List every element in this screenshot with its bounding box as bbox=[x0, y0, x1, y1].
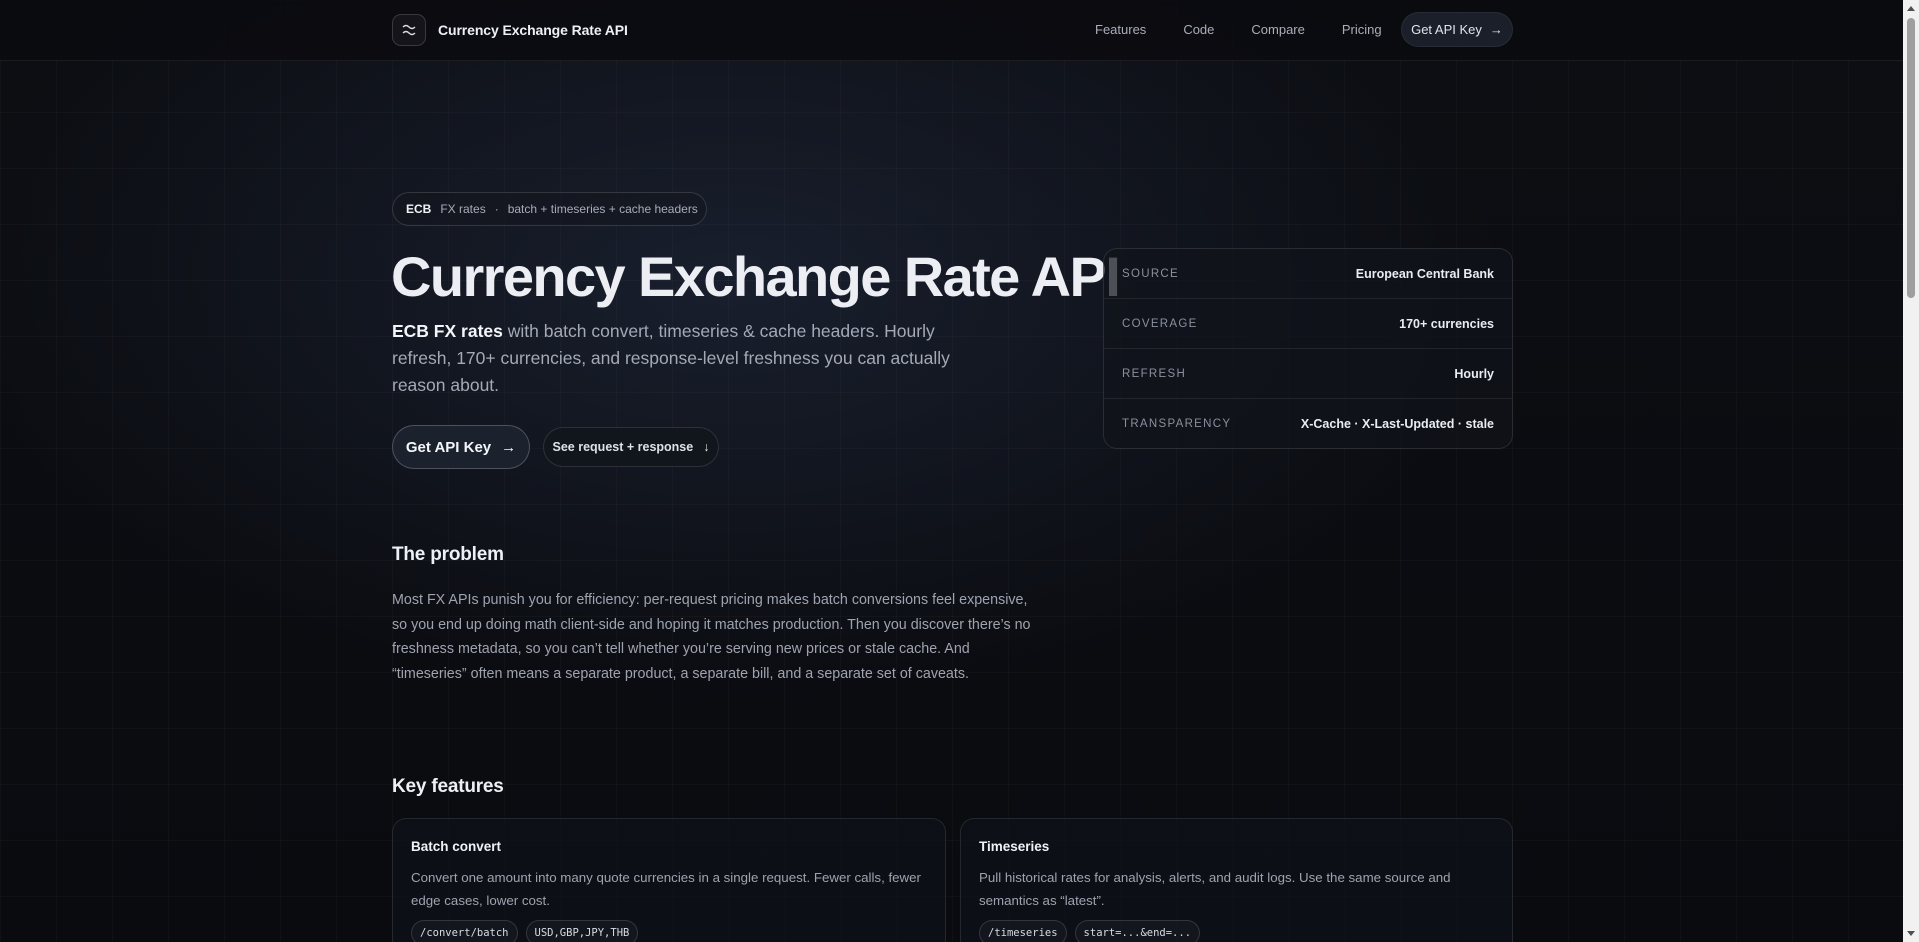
problem-heading: The problem bbox=[392, 544, 504, 565]
nav-link-pricing[interactable]: Pricing bbox=[1342, 12, 1382, 48]
stats-card: SOURCE European Central Bank COVERAGE 17… bbox=[1103, 248, 1513, 449]
brand-title: Currency Exchange Rate API bbox=[438, 22, 628, 38]
pill-separator: · bbox=[494, 202, 499, 216]
pill-badge: ECB bbox=[406, 202, 432, 216]
hero-subtitle-strong: ECB FX rates bbox=[392, 321, 503, 341]
features-heading: Key features bbox=[392, 776, 504, 797]
stat-row-source: SOURCE European Central Bank bbox=[1104, 249, 1512, 299]
scrollbar-thumb[interactable] bbox=[1907, 18, 1915, 298]
pill-detail: batch + timeseries + cache headers bbox=[507, 202, 698, 216]
brand[interactable]: Currency Exchange Rate API bbox=[392, 14, 628, 46]
arrow-right-icon: → bbox=[501, 438, 517, 456]
stat-key: REFRESH bbox=[1122, 367, 1187, 380]
arrow-down-icon: ↓ bbox=[703, 440, 710, 454]
stat-key: TRANSPARENCY bbox=[1122, 418, 1232, 430]
problem-text: Most FX APIs punish you for efficiency: … bbox=[392, 592, 1031, 683]
get-api-key-button[interactable]: Get API Key → bbox=[392, 425, 530, 469]
nav-link-compare[interactable]: Compare bbox=[1251, 12, 1304, 48]
see-request-response-button[interactable]: See request + response ↓ bbox=[543, 427, 719, 467]
code-chip: USD,GBP,JPY,THB bbox=[525, 920, 639, 942]
feature-chips: /timeseries start=...&end=... bbox=[979, 920, 1494, 942]
scroll-down-arrow-icon[interactable] bbox=[1903, 926, 1919, 942]
top-nav: Currency Exchange Rate API Features Code… bbox=[0, 0, 1903, 61]
scroll-up-arrow-icon[interactable] bbox=[1903, 0, 1919, 16]
stat-key: SOURCE bbox=[1122, 267, 1180, 280]
stat-value: 170+ currencies bbox=[1399, 316, 1494, 331]
feature-card-desc: Convert one amount into many quote curre… bbox=[411, 870, 921, 908]
feature-card-title: Timeseries bbox=[979, 839, 1050, 854]
stat-value: European Central Bank bbox=[1355, 266, 1494, 281]
code-chip: start=...&end=... bbox=[1074, 920, 1201, 942]
hero-subtitle: ECB FX rates with batch convert, timeser… bbox=[392, 318, 962, 399]
feature-chips: /convert/batch USD,GBP,JPY,THB bbox=[411, 920, 927, 942]
feature-card-title: Batch convert bbox=[411, 839, 502, 854]
nav-links: Features Code Compare Pricing bbox=[1095, 12, 1382, 48]
stat-row-transparency: TRANSPARENCY X-Cache · X-Last-Updated · … bbox=[1104, 399, 1512, 448]
nav-link-code[interactable]: Code bbox=[1183, 12, 1214, 48]
hero-pill: ECB FX rates · batch + timeseries + cach… bbox=[392, 192, 707, 226]
arrow-right-icon: → bbox=[1489, 22, 1503, 37]
page: Currency Exchange Rate API Features Code… bbox=[0, 0, 1919, 942]
stat-value: Hourly bbox=[1454, 366, 1494, 381]
get-api-key-label: Get API Key bbox=[405, 438, 492, 456]
see-request-label: See request + response bbox=[552, 440, 694, 454]
code-chip: /timeseries bbox=[979, 920, 1067, 942]
nav-link-features[interactable]: Features bbox=[1095, 12, 1146, 48]
get-api-key-nav-button[interactable]: Get API Key → bbox=[1401, 12, 1513, 47]
code-chip: /convert/batch bbox=[411, 920, 518, 942]
feature-card-timeseries: Timeseries Pull historical rates for ana… bbox=[960, 818, 1513, 942]
pill-label: FX rates bbox=[440, 202, 486, 216]
vertical-scrollbar[interactable] bbox=[1903, 0, 1919, 942]
background-grid bbox=[0, 0, 1919, 942]
stat-row-refresh: REFRESH Hourly bbox=[1104, 349, 1512, 399]
wave-lines-icon bbox=[392, 14, 426, 46]
stat-row-coverage: COVERAGE 170+ currencies bbox=[1104, 299, 1512, 349]
page-title: Currency Exchange Rate API bbox=[391, 245, 1121, 308]
feature-card-batch-convert: Batch convert Convert one amount into ma… bbox=[392, 818, 946, 942]
stat-key: COVERAGE bbox=[1122, 317, 1198, 330]
stat-value: X-Cache · X-Last-Updated · stale bbox=[1300, 417, 1494, 431]
feature-card-desc: Pull historical rates for analysis, aler… bbox=[979, 870, 1451, 908]
nav-cta-label: Get API Key bbox=[1411, 22, 1482, 37]
